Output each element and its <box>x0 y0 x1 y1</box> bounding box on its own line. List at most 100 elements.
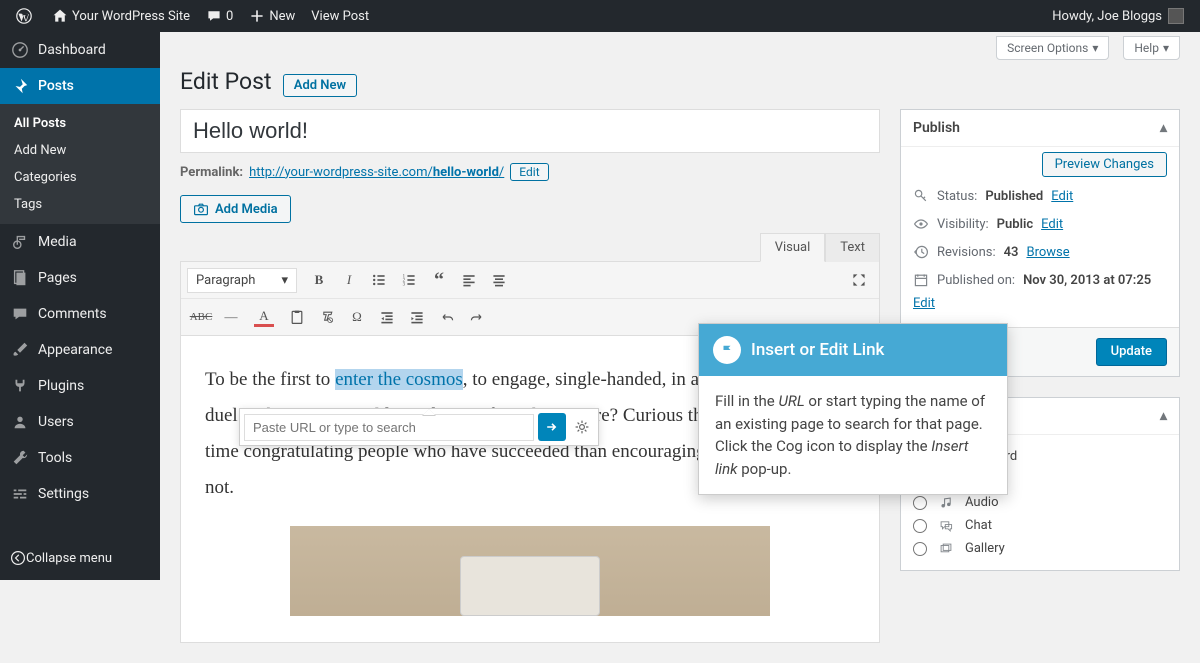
outdent-button[interactable] <box>373 303 401 331</box>
strikethrough-button[interactable]: ABC <box>187 303 215 331</box>
chevron-down-icon: ▾ <box>1163 41 1169 55</box>
format-option-chat[interactable]: Chat <box>913 514 1167 537</box>
revisions-browse-link[interactable]: Browse <box>1026 245 1069 260</box>
tab-visual[interactable]: Visual <box>760 233 826 262</box>
clear-format-button[interactable] <box>313 303 341 331</box>
user-icon <box>10 412 30 432</box>
view-post-link[interactable]: View Post <box>303 0 377 32</box>
status-edit-link[interactable]: Edit <box>1051 189 1073 204</box>
submenu-all-posts[interactable]: All Posts <box>0 110 160 137</box>
flag-icon <box>713 336 741 364</box>
align-left-button[interactable] <box>455 266 483 294</box>
site-link[interactable]: Your WordPress Site <box>44 0 198 32</box>
fullscreen-button[interactable] <box>845 266 873 294</box>
apply-link-button[interactable] <box>538 413 566 441</box>
submenu-tags[interactable]: Tags <box>0 191 160 218</box>
visibility-edit-link[interactable]: Edit <box>1041 217 1063 232</box>
media-icon <box>10 232 30 252</box>
eye-icon <box>913 216 929 232</box>
permalink-link[interactable]: http://your-wordpress-site.com/hello-wor… <box>249 165 504 180</box>
undo-button[interactable] <box>433 303 461 331</box>
sidebar-item-label: Dashboard <box>38 42 106 58</box>
quote-button[interactable]: “ <box>425 266 453 294</box>
bold-button[interactable]: B <box>305 266 333 294</box>
submenu-categories[interactable]: Categories <box>0 164 160 191</box>
text-color-button[interactable]: A <box>247 303 281 331</box>
preview-button[interactable]: Preview Changes <box>1042 152 1167 177</box>
link-options-button[interactable] <box>570 415 594 439</box>
post-title-input[interactable] <box>180 109 880 153</box>
sidebar-item-pages[interactable]: Pages <box>0 260 160 296</box>
screen-options-button[interactable]: Screen Options▾ <box>996 36 1109 60</box>
help-button[interactable]: Help▾ <box>1123 36 1180 60</box>
pages-icon <box>10 268 30 288</box>
sidebar-item-label: Users <box>38 414 74 430</box>
update-button[interactable]: Update <box>1096 338 1167 366</box>
page-title: Edit Post <box>180 68 272 95</box>
avatar <box>1168 8 1184 24</box>
format-option-gallery[interactable]: Gallery <box>913 537 1167 560</box>
new-link[interactable]: New <box>241 0 303 32</box>
wp-logo[interactable] <box>8 0 44 32</box>
align-center-button[interactable] <box>485 266 513 294</box>
sidebar-item-label: Comments <box>38 306 107 322</box>
howdy-text: Howdy, Joe Bloggs <box>1052 9 1162 24</box>
key-icon <box>913 188 929 204</box>
hr-button[interactable]: — <box>217 303 245 331</box>
tab-text[interactable]: Text <box>825 233 880 262</box>
italic-button[interactable]: I <box>335 266 363 294</box>
insert-link-tooltip: Insert or Edit Link Fill in the URL or s… <box>698 323 1008 495</box>
sidebar-item-label: Posts <box>38 78 74 94</box>
format-select[interactable]: Paragraph▾ <box>187 268 297 293</box>
content-image[interactable] <box>290 526 770 616</box>
published-edit-link[interactable]: Edit <box>913 296 1167 311</box>
add-media-button[interactable]: Add Media <box>180 195 291 223</box>
sidebar-item-tools[interactable]: Tools <box>0 440 160 476</box>
account-link[interactable]: Howdy, Joe Bloggs <box>1044 0 1192 32</box>
comment-icon <box>10 304 30 324</box>
permalink-row: Permalink: http://your-wordpress-site.co… <box>180 163 880 181</box>
sidebar-item-label: Pages <box>38 270 77 286</box>
sidebar-item-media[interactable]: Media <box>0 224 160 260</box>
sidebar-item-appearance[interactable]: Appearance <box>0 332 160 368</box>
inline-link-popover <box>239 408 599 446</box>
sidebar-item-users[interactable]: Users <box>0 404 160 440</box>
publish-title: Publish <box>913 120 960 136</box>
chevron-down-icon: ▾ <box>1092 41 1098 55</box>
toggle-icon[interactable]: ▴ <box>1160 408 1167 424</box>
sidebar-item-dashboard[interactable]: Dashboard <box>0 32 160 68</box>
wordpress-icon <box>16 8 32 24</box>
sidebar-item-settings[interactable]: Settings <box>0 476 160 512</box>
admin-sidebar: Dashboard Posts All Posts Add New Catego… <box>0 32 160 580</box>
site-title: Your WordPress Site <box>72 9 190 24</box>
paste-text-button[interactable] <box>283 303 311 331</box>
selected-link-text[interactable]: enter the cosmos <box>335 369 463 390</box>
collapse-menu[interactable]: Collapse menu <box>0 542 160 574</box>
special-char-button[interactable]: Ω <box>343 303 371 331</box>
chat-icon <box>937 519 955 533</box>
comments-link[interactable]: 0 <box>198 0 241 32</box>
toggle-icon[interactable]: ▴ <box>1160 120 1167 136</box>
indent-button[interactable] <box>403 303 431 331</box>
number-list-button[interactable]: 123 <box>395 266 423 294</box>
pin-icon <box>10 76 30 96</box>
sidebar-item-posts[interactable]: Posts <box>0 68 160 104</box>
permalink-label: Permalink: <box>180 165 243 180</box>
redo-button[interactable] <box>463 303 491 331</box>
collapse-label: Collapse menu <box>26 551 112 566</box>
sidebar-item-comments[interactable]: Comments <box>0 296 160 332</box>
tooltip-title: Insert or Edit Link <box>751 340 884 360</box>
permalink-edit-button[interactable]: Edit <box>510 163 548 181</box>
sidebar-item-label: Settings <box>38 486 89 502</box>
add-new-button[interactable]: Add New <box>283 74 357 97</box>
bullet-list-button[interactable] <box>365 266 393 294</box>
music-icon <box>937 496 955 510</box>
brush-icon <box>10 340 30 360</box>
plug-icon <box>10 376 30 396</box>
gallery-icon <box>937 542 955 556</box>
camera-icon <box>193 201 209 217</box>
link-url-input[interactable] <box>244 414 534 441</box>
calendar-icon <box>913 272 929 288</box>
sidebar-item-plugins[interactable]: Plugins <box>0 368 160 404</box>
submenu-add-new[interactable]: Add New <box>0 137 160 164</box>
